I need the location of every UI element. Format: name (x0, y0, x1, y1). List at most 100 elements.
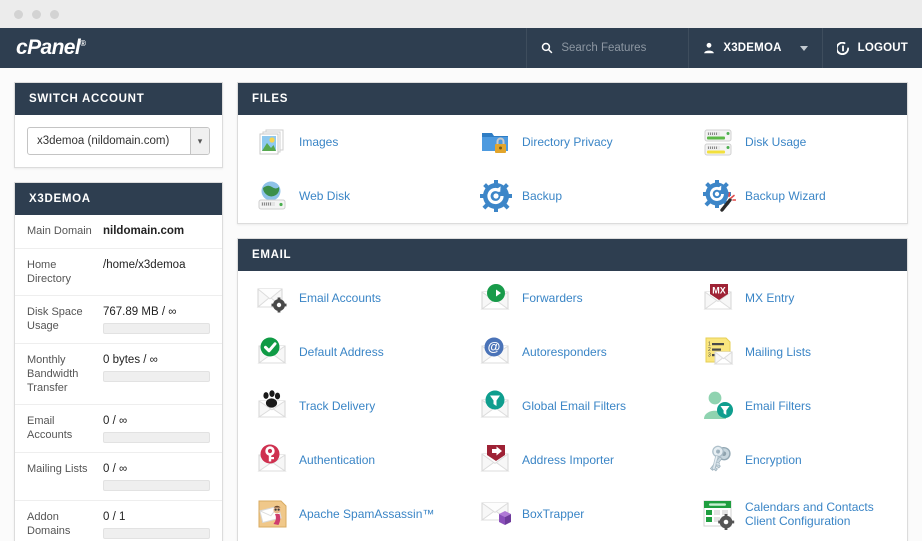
feature-item[interactable]: BoxTrapper (461, 487, 684, 541)
images-icon (256, 125, 290, 159)
stat-row: Mailing Lists0 / ∞ (15, 453, 222, 501)
feature-item[interactable]: Calendars and Contacts Client Configurat… (684, 487, 907, 541)
stat-value: 767.89 MB / ∞ (103, 305, 210, 320)
envelope-check-icon (256, 335, 290, 369)
stat-value-group: 0 / ∞ (99, 414, 210, 443)
sidebar: SWITCH ACCOUNT x3demoa (nildomain.com) ▾… (14, 82, 223, 527)
stat-meter (103, 323, 210, 334)
feature-item[interactable]: @ Autoresponders (461, 325, 684, 379)
chevron-down-icon[interactable]: ▾ (190, 128, 209, 154)
stat-label: Monthly Bandwidth Transfer (27, 353, 99, 395)
stat-value: 0 / ∞ (103, 414, 210, 429)
feature-label: Track Delivery (299, 399, 375, 413)
envelope-mx-icon: MX (702, 281, 736, 315)
user-menu-button[interactable]: X3DEMOA (688, 28, 821, 68)
stat-value-group: 0 / ∞ (99, 462, 210, 491)
feature-item[interactable]: Images (238, 115, 461, 169)
window-maximize-dot[interactable] (50, 10, 59, 19)
stat-value-group: /home/x3demoa (99, 258, 210, 273)
window-minimize-dot[interactable] (32, 10, 41, 19)
stat-value-group: 0 / 1 (99, 510, 210, 539)
feature-item[interactable]: Email Filters (684, 379, 907, 433)
logout-icon (837, 42, 850, 55)
account-select-value: x3demoa (nildomain.com) (37, 135, 169, 147)
feature-label: Forwarders (522, 291, 583, 305)
feature-label: MX Entry (745, 291, 794, 305)
feature-item[interactable]: Apache SpamAssassin™ (238, 487, 461, 541)
stat-value-group: 0 bytes / ∞ (99, 353, 210, 382)
svg-text:@: @ (488, 339, 501, 354)
stat-row: Disk Space Usage767.89 MB / ∞ (15, 296, 222, 344)
backup-wizard-icon (702, 179, 736, 213)
folder-lock-icon (479, 125, 513, 159)
feature-item[interactable]: 123 Mailing Lists (684, 325, 907, 379)
switch-account-title: SWITCH ACCOUNT (15, 83, 222, 115)
feature-item[interactable]: Encryption (684, 433, 907, 487)
feature-label: Address Importer (522, 453, 614, 467)
stat-row: Email Accounts 0 / ∞ (15, 405, 222, 453)
feature-item[interactable]: MX MX Entry (684, 271, 907, 325)
feature-label: Backup Wizard (745, 189, 826, 203)
envelope-gear-icon (256, 281, 290, 315)
stat-meter (103, 528, 210, 539)
user-icon (703, 42, 715, 54)
section-panel-files: FILESImagesDirectory PrivacyDisk Usage We… (237, 82, 908, 224)
feature-label: Web Disk (299, 189, 350, 203)
feature-label: Autoresponders (522, 345, 607, 359)
window-close-dot[interactable] (14, 10, 23, 19)
feature-item[interactable]: Disk Usage (684, 115, 907, 169)
cpanel-logo[interactable]: cPanel® (16, 36, 85, 60)
feature-label: Backup (522, 189, 562, 203)
feature-item[interactable]: Track Delivery (238, 379, 461, 433)
envelope-import-icon (479, 443, 513, 477)
feature-label: BoxTrapper (522, 507, 584, 521)
feature-item[interactable]: Authentication (238, 433, 461, 487)
feature-item[interactable]: Backup (461, 169, 684, 223)
feature-grid: Email Accounts Forwarders MX MX Entry Defaul… (238, 271, 907, 541)
list-envelope-icon: 123 (702, 335, 736, 369)
search-input[interactable]: Search Features (561, 42, 646, 54)
stat-row: Home Directory/home/x3demoa (15, 249, 222, 296)
spamassassin-icon (256, 497, 290, 531)
feature-label: Apache SpamAssassin™ (299, 507, 434, 521)
logout-button[interactable]: LOGOUT (822, 28, 922, 68)
keys-icon (702, 443, 736, 477)
feature-item[interactable]: Email Accounts (238, 271, 461, 325)
feature-item[interactable]: Directory Privacy (461, 115, 684, 169)
section-panel-email: EMAILEmail AccountsForwardersMXMX EntryD… (237, 238, 908, 541)
stat-row: Addon Domains0 / 1 (15, 501, 222, 541)
feature-label: Mailing Lists (745, 345, 811, 359)
stat-label: Email Accounts (27, 414, 99, 442)
feature-item[interactable]: Web Disk (238, 169, 461, 223)
account-select[interactable]: x3demoa (nildomain.com) ▾ (27, 127, 210, 155)
feature-sections: FILESImagesDirectory PrivacyDisk Usage We… (237, 82, 908, 541)
calendar-gear-icon (702, 497, 736, 531)
feature-label: Authentication (299, 453, 375, 467)
feature-item[interactable]: Address Importer (461, 433, 684, 487)
envelope-funnel-icon (479, 389, 513, 423)
section-title: FILES (238, 83, 907, 115)
account-stats-panel: X3DEMOA Main Domainnildomain.comHome Dir… (14, 182, 223, 541)
feature-label: Default Address (299, 345, 384, 359)
feature-item[interactable]: Backup Wizard (684, 169, 907, 223)
logout-label: LOGOUT (858, 42, 908, 54)
page-body: SWITCH ACCOUNT x3demoa (nildomain.com) ▾… (0, 68, 922, 541)
stat-meter (103, 432, 210, 443)
stat-value-group: nildomain.com (99, 224, 210, 239)
web-disk-icon (256, 179, 290, 213)
main-content: FILESImagesDirectory PrivacyDisk Usage We… (237, 82, 908, 527)
user-menu-label: X3DEMOA (723, 42, 781, 54)
search-icon (541, 42, 553, 54)
stat-value: /home/x3demoa (103, 258, 210, 273)
top-navigation-bar: cPanel® Search Features X3DEMOA LOGOUT (0, 28, 922, 68)
feature-item[interactable]: Forwarders (461, 271, 684, 325)
stat-value: 0 / ∞ (103, 462, 210, 477)
feature-item[interactable]: Default Address (238, 325, 461, 379)
feature-label: Email Filters (745, 399, 811, 413)
feature-item[interactable]: Global Email Filters (461, 379, 684, 433)
envelope-at-icon: @ (479, 335, 513, 369)
svg-text:MX: MX (712, 286, 726, 296)
disk-usage-icon (702, 125, 736, 159)
search-features-box[interactable]: Search Features (526, 28, 688, 68)
stat-row: Monthly Bandwidth Transfer0 bytes / ∞ (15, 344, 222, 405)
